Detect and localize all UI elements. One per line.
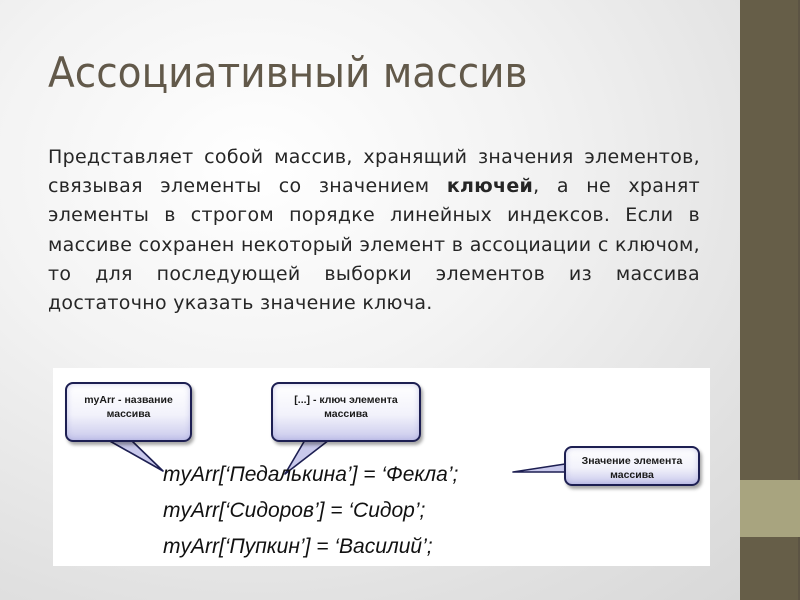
sidebar-accent-band — [740, 480, 800, 537]
callout-1-pointer — [107, 439, 164, 472]
callout-2-line1: [...] - ключ элемента — [294, 394, 398, 406]
callout-2-line2: массива — [324, 408, 368, 420]
body-text-bold-keyword: ключей — [446, 175, 534, 198]
slide-body-text: Представляет собой массив, хранящий знач… — [48, 143, 700, 318]
diagram-panel: myArr - название массива [...] - ключ эл… — [53, 368, 710, 566]
callout-element-key: [...] - ключ элемента массива — [271, 382, 421, 442]
decorative-sidebar — [740, 0, 800, 600]
callout-1-line2: массива — [106, 408, 151, 420]
callout-1-line1: myArr - название — [84, 394, 173, 406]
callout-3-pointer — [512, 463, 566, 473]
code-line: myArr[‘Сидоров’] = ‘Сидор’; — [163, 499, 426, 522]
callout-3-line1: Значение элемента — [581, 455, 683, 467]
code-line: myArr[‘Педалькина’] = ‘Фекла’; — [163, 463, 459, 486]
callout-3-line2: массива — [610, 469, 654, 481]
callout-array-name: myArr - название массива — [65, 382, 192, 442]
slide-title: Ассоциативный массив — [48, 48, 528, 97]
callout-element-value: Значение элемента массива — [564, 446, 700, 486]
code-line: myArr[‘Пупкин’] = ‘Василий’; — [163, 535, 433, 558]
